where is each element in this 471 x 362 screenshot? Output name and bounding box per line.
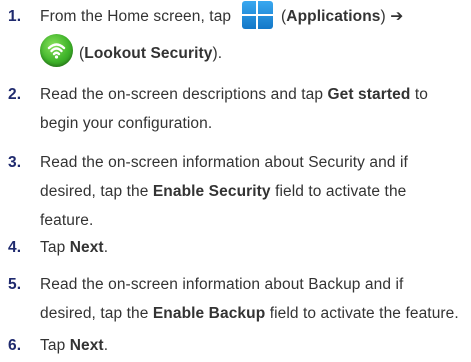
step-text-fragment: Tap xyxy=(40,337,70,354)
step-text: Tap Next. xyxy=(40,331,463,360)
step-text: Tap Next. xyxy=(40,233,463,262)
step-text-fragment: desired, tap the xyxy=(40,305,153,322)
step-line: feature. xyxy=(40,212,94,229)
step-number: 3. xyxy=(8,154,22,171)
step-line: desired, tap the Enable Backup field to … xyxy=(40,299,463,328)
step-line: Read the on-screen descriptions and tap … xyxy=(40,80,463,109)
step-line: (Lookout Security). xyxy=(40,34,463,68)
next-label: Next xyxy=(69,337,104,354)
step-text: From the Home screen, tap (Applications)… xyxy=(40,0,463,68)
next-label: Next xyxy=(69,239,104,256)
step-text: Read the on-screen descriptions and tap … xyxy=(40,80,463,138)
step-text-fragment: field to activate the xyxy=(270,183,407,200)
lookout-security-label: Lookout Security xyxy=(84,45,213,62)
applications-label: Applications xyxy=(286,8,381,25)
step-number: 4. xyxy=(8,239,22,256)
step-number: 1. xyxy=(8,8,22,25)
step-text-fragment: field to activate the feature. xyxy=(265,305,459,322)
step-number: 5. xyxy=(8,276,22,293)
step-number: 6. xyxy=(8,337,22,354)
arrow-glyph: ➔ xyxy=(390,8,404,25)
step-text-fragment: Tap xyxy=(40,239,70,256)
step-line: Read the on-screen information about Sec… xyxy=(40,154,408,171)
step-line: Tap Next. xyxy=(40,331,463,360)
step-number: 2. xyxy=(8,86,22,103)
step-line: From the Home screen, tap (Applications)… xyxy=(40,0,463,31)
step-text-fragment: . xyxy=(103,239,109,256)
lookout-security-icon xyxy=(40,34,73,68)
step-text-fragment: Read the on-screen descriptions and tap xyxy=(40,86,328,103)
step-text: Read the on-screen information about Bac… xyxy=(40,270,463,328)
step-text-fragment: ). xyxy=(212,45,223,62)
enable-security-label: Enable Security xyxy=(152,183,271,200)
paren: ) xyxy=(380,8,386,25)
step-line: begin your configuration. xyxy=(40,115,213,132)
step-text-fragment: desired, tap the xyxy=(40,183,153,200)
step-line: Tap Next. xyxy=(40,233,463,262)
step-text-fragment: to xyxy=(410,86,428,103)
step-text-fragment: From the Home screen, tap xyxy=(40,8,232,25)
step-line: desired, tap the Enable Security field t… xyxy=(40,177,463,206)
enable-backup-label: Enable Backup xyxy=(152,305,266,322)
step-text: Read the on-screen information about Sec… xyxy=(40,148,463,235)
applications-icon xyxy=(241,0,273,29)
step-text-fragment: . xyxy=(103,337,109,354)
step-line: Read the on-screen information about Bac… xyxy=(40,276,404,293)
get-started-label: Get started xyxy=(327,86,411,103)
